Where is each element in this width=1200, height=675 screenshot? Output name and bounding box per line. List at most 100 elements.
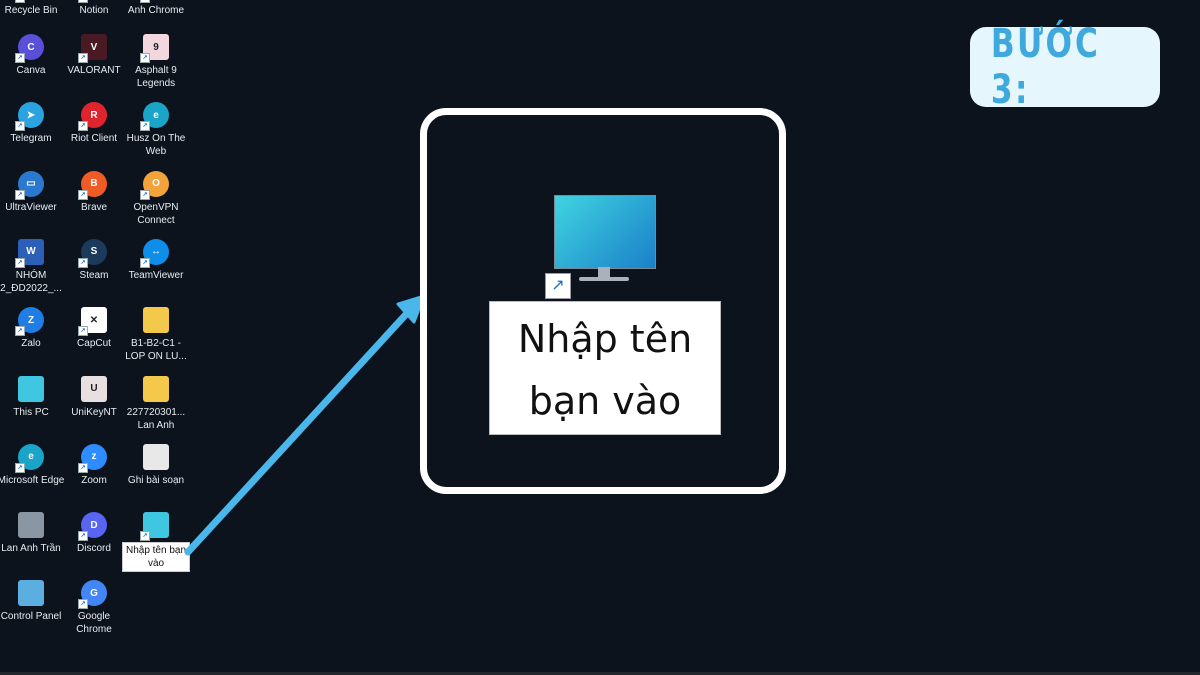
step-badge-text: BƯỚC 3: (990, 21, 1101, 113)
control-panel-icon (18, 580, 44, 607)
desktop-icon[interactable]: ↗ Recycle Bin (0, 0, 65, 17)
desktop-icon[interactable]: This PC (0, 375, 65, 419)
chrome-icon: G ↗ (78, 580, 107, 610)
desktop-icon-label: TeamViewer (128, 269, 184, 281)
desktop-icon[interactable]: Ghi bài soạn (122, 443, 190, 487)
shortcut-name-label[interactable]: Nhập tên bạn vào (489, 301, 721, 435)
desktop-icon[interactable]: e ↗ Husz On The Web (122, 102, 190, 158)
shortcut-arrow-icon: ↗ (15, 462, 25, 473)
desktop-icon-label: OpenVPN Connect (133, 201, 179, 226)
ultraviewer-icon: ▭ ↗ (15, 170, 44, 200)
desktop-icon-label: Anh Chrome (127, 5, 185, 16)
desktop-icon-label: Telegram (10, 133, 52, 145)
unikey-icon: U (81, 375, 107, 402)
desktop-icon[interactable]: Z ↗ Zalo (0, 307, 65, 350)
this-pc-icon (18, 375, 44, 402)
shortcut-arrow-icon: ↗ (78, 121, 88, 132)
desktop-icon[interactable]: ✕ ↗ CapCut (60, 307, 128, 350)
valorant-icon: V ↗ (78, 34, 107, 63)
desktop-icon-label: Riot Client (70, 133, 118, 145)
desktop-icon-label: Steam (79, 269, 109, 281)
desktop-icon-label: Control Panel (0, 611, 62, 623)
desktop-icon-label: Zalo (21, 338, 41, 350)
text-file-icon (143, 443, 169, 470)
edge-icon: e ↗ (140, 102, 169, 132)
desktop-icon-label: UltraViewer (5, 201, 57, 213)
edge-icon: e ↗ (15, 443, 44, 473)
desktop-icon[interactable]: C ↗ Canva (0, 34, 65, 77)
desktop-icon[interactable]: O ↗ OpenVPN Connect (122, 170, 190, 227)
desktop-icon-label: Lan Anh Trần (1, 543, 61, 555)
desktop-icon[interactable]: z ↗ Zoom (60, 443, 128, 487)
desktop-icon-label: Notion (79, 5, 109, 16)
folder-icon (143, 375, 169, 402)
desktop-icon[interactable]: ↗ Nhập tên bạn vào (122, 512, 190, 573)
desktop-icon[interactable]: ➤ ↗ Telegram (0, 102, 65, 145)
desktop-icon-label: CapCut (77, 338, 111, 350)
desktop-icon[interactable]: V ↗ VALORANT (60, 34, 128, 77)
desktop-icon[interactable]: 9 ↗ Asphalt 9 Legends (122, 34, 190, 90)
desktop-icon[interactable]: R ↗ Riot Client (60, 102, 128, 145)
shortcut-arrow-icon: ↗ (140, 189, 150, 200)
desktop-icon-label: NHÓM 2_ĐD2022_... (0, 269, 62, 294)
desktop-icon-label: Brave (80, 201, 108, 213)
desktop-icon-label: VALORANT (67, 65, 121, 76)
folder-icon (143, 307, 169, 334)
desktop-icon[interactable]: Lan Anh Trần (0, 512, 65, 555)
shortcut-arrow-icon: ↗ (15, 326, 25, 337)
capcut-icon: ✕ ↗ (78, 307, 107, 337)
teamviewer-icon: ↔ ↗ (140, 238, 169, 268)
desktop-icon[interactable]: B1-B2-C1 - LOP ON LU... (122, 307, 190, 363)
openvpn-icon: O ↗ (140, 170, 169, 200)
user-folder-icon (18, 512, 44, 539)
shortcut-arrow-icon: ↗ (15, 0, 25, 3)
desktop-icon-label: Ghi bài soạn (127, 474, 185, 486)
monitor-icon: ↗ (140, 512, 169, 542)
desktop-icon[interactable]: ▭ ↗ UltraViewer (0, 170, 65, 214)
desktop-icon[interactable]: D ↗ Discord (60, 512, 128, 555)
shortcut-arrow-icon: ↗ (140, 121, 150, 132)
shortcut-arrow-icon: ↗ (78, 189, 88, 200)
asphalt-icon: 9 ↗ (140, 34, 169, 63)
desktop-icon-label: This PC (13, 406, 49, 418)
zoomed-highlight-panel: ↗ Nhập tên bạn vào (420, 108, 786, 494)
shortcut-arrow-icon: ↗ (78, 599, 88, 610)
canva-icon: C ↗ (15, 34, 44, 63)
desktop-icon-label: B1-B2-C1 - LOP ON LU... (125, 338, 187, 363)
shortcut-arrow-icon: ↗ (15, 257, 25, 268)
desktop-icon[interactable]: ↗ Anh Chrome (122, 0, 190, 17)
brave-icon: B ↗ (78, 170, 107, 200)
desktop-icon[interactable]: 227720301... Lan Anh (122, 375, 190, 432)
zalo-icon: Z ↗ (15, 307, 44, 337)
desktop-icon[interactable]: ↔ ↗ TeamViewer (122, 238, 190, 282)
shortcut-arrow-icon: ↗ (545, 273, 571, 299)
shortcut-arrow-icon: ↗ (78, 531, 88, 542)
desktop-icon-label: Microsoft Edge (0, 474, 65, 486)
step-badge: BƯỚC 3: (970, 21, 1160, 113)
desktop-icon[interactable]: e ↗ Microsoft Edge (0, 443, 65, 487)
telegram-icon: ➤ ↗ (15, 102, 44, 132)
desktop-icon-label: 227720301... Lan Anh (126, 406, 186, 431)
desktop-icon[interactable]: U UniKeyNT (60, 375, 128, 419)
desktop-icon[interactable]: W ↗ NHÓM 2_ĐD2022_... (0, 238, 65, 295)
desktop-icon[interactable]: G ↗ Google Chrome (60, 580, 128, 636)
desktop-icon-label: Google Chrome (76, 611, 112, 636)
desktop-icon[interactable]: B ↗ Brave (60, 170, 128, 214)
desktop-icons: ↗Recycle Bin↗Notion↗Anh ChromeC↗CanvaV↗V… (0, 0, 200, 675)
shortcut-arrow-icon: ↗ (78, 257, 88, 268)
zoom-icon: z ↗ (78, 443, 107, 473)
desktop-icon-label: Canva (16, 65, 46, 76)
shortcut-arrow-icon: ↗ (78, 0, 88, 3)
desktop-icon[interactable]: Control Panel (0, 580, 65, 623)
shortcut-arrow-icon: ↗ (15, 189, 25, 200)
shortcut-arrow-icon: ↗ (140, 531, 150, 542)
desktop-icon[interactable]: S ↗ Steam (60, 238, 128, 282)
shortcut-arrow-icon: ↗ (140, 0, 150, 3)
desktop-icon-label: Nhập tên bạn vào (122, 542, 190, 573)
desktop-icon-label: Discord (77, 543, 111, 555)
desktop-icon[interactable]: ↗ Notion (60, 0, 128, 17)
shortcut-arrow-icon: ↗ (15, 53, 25, 63)
discord-icon: D ↗ (78, 512, 107, 542)
riot-client-icon: R ↗ (78, 102, 107, 132)
shortcut-arrow-icon: ↗ (78, 53, 88, 63)
